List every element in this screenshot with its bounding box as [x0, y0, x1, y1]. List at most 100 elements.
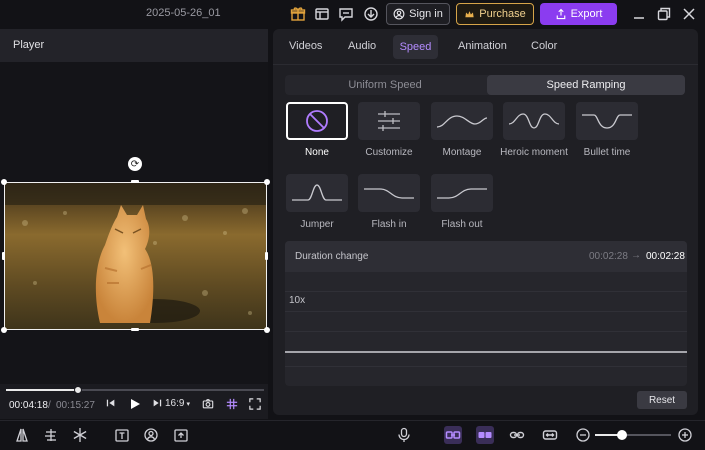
zoom-in-icon[interactable] — [676, 426, 694, 444]
duration-new: 00:02:28 — [646, 251, 685, 262]
app-window: 2025-05-26_01 Sign in Purchase Export Pl… — [0, 0, 705, 450]
magnetic-snap-icon[interactable] — [476, 426, 494, 444]
purchase-label: Purchase — [479, 8, 526, 20]
user-icon — [393, 8, 405, 20]
preset-thumbnail — [358, 174, 420, 212]
previous-frame-icon[interactable] — [106, 398, 116, 408]
sign-in-button[interactable]: Sign in — [386, 3, 450, 25]
text-icon[interactable] — [113, 426, 131, 444]
preset-thumbnail — [286, 174, 348, 212]
montage-curve-icon — [436, 115, 488, 128]
properties-panel: Videos Audio Speed Animation Color Unifo… — [273, 29, 698, 415]
resize-handle[interactable] — [2, 252, 5, 260]
preset-thumbnail — [358, 102, 420, 140]
tab-color[interactable]: Color — [531, 40, 557, 52]
rotate-handle-icon[interactable]: ⟳ — [128, 157, 142, 171]
preset-label: Customize — [365, 147, 413, 158]
resize-handle[interactable] — [131, 328, 139, 331]
speed-ramping-button[interactable]: Speed Ramping — [487, 75, 685, 95]
trim-icon[interactable] — [42, 426, 60, 444]
purchase-button[interactable]: Purchase — [456, 3, 534, 25]
resize-handle[interactable] — [264, 327, 270, 333]
resize-handle[interactable] — [265, 252, 268, 260]
zoom-out-icon[interactable] — [574, 426, 592, 444]
resize-handle[interactable] — [1, 179, 7, 185]
player-canvas[interactable]: ⟳ — [0, 62, 270, 384]
video-frame[interactable] — [4, 182, 267, 330]
no-entry-icon — [306, 110, 328, 132]
grid-icon[interactable] — [226, 398, 238, 410]
speed-curve-graph[interactable]: Duration change 00:02:28 → 00:02:28 10x — [285, 241, 687, 386]
tab-animation[interactable]: Animation — [458, 40, 507, 52]
aspect-ratio-value: 16:9 — [165, 398, 185, 409]
scrubber-thumb[interactable] — [74, 386, 83, 394]
split-icon[interactable] — [13, 426, 31, 444]
heroic-curve-icon — [508, 113, 560, 129]
fullscreen-icon[interactable] — [249, 398, 261, 410]
project-title: 2025-05-26_01 — [146, 7, 221, 19]
preset-thumbnail — [431, 174, 493, 212]
minimize-icon[interactable] — [630, 5, 648, 23]
scrubber-fill — [6, 389, 79, 391]
microphone-icon[interactable] — [395, 426, 413, 444]
play-icon[interactable] — [129, 398, 141, 410]
layout-icon[interactable] — [313, 5, 331, 23]
preset-label: Montage — [442, 147, 482, 158]
resize-handle[interactable] — [1, 327, 7, 333]
next-frame-icon[interactable] — [152, 398, 162, 408]
preset-thumbnail — [431, 102, 493, 140]
duration-label: Duration change — [295, 251, 369, 262]
video-thumbnail — [5, 183, 266, 329]
snapshot-icon[interactable] — [202, 398, 214, 410]
tab-videos[interactable]: Videos — [289, 40, 322, 52]
chain-icon[interactable] — [508, 426, 526, 444]
bullet-time-curve-icon — [582, 114, 632, 129]
zoom-slider[interactable] — [595, 430, 671, 440]
duration-original: 00:02:28 — [589, 251, 628, 262]
freeze-frame-icon[interactable] — [71, 426, 89, 444]
export-clip-icon[interactable] — [172, 426, 190, 444]
flash-out-curve-icon — [437, 188, 487, 199]
preset-label: None — [305, 147, 329, 158]
restore-icon[interactable] — [655, 5, 673, 23]
download-icon[interactable] — [362, 5, 380, 23]
sign-in-label: Sign in — [409, 8, 443, 20]
graph-max-label: 10x — [289, 295, 306, 306]
close-icon[interactable] — [680, 5, 698, 23]
fit-width-icon[interactable] — [541, 426, 559, 444]
jumper-curve-icon — [292, 184, 342, 201]
export-button[interactable]: Export — [540, 3, 617, 25]
resize-handle[interactable] — [264, 179, 270, 185]
export-label: Export — [570, 8, 603, 20]
chevron-down-icon: ▾ — [186, 400, 190, 408]
time-separator: / — [48, 400, 51, 411]
time-current: 00:04:18 — [9, 400, 48, 411]
speed-curve-line[interactable] — [285, 351, 687, 353]
preset-label: Jumper — [300, 219, 334, 230]
reset-button[interactable]: Reset — [637, 391, 687, 409]
preset-thumbnail — [576, 102, 638, 140]
flash-in-curve-icon — [364, 188, 414, 199]
zoom-slider-thumb[interactable] — [616, 430, 627, 440]
gift-icon[interactable] — [289, 5, 307, 23]
aspect-ratio-select[interactable]: 16:9 ▾ — [165, 398, 190, 409]
link-clips-icon[interactable] — [444, 426, 462, 444]
feedback-icon[interactable] — [337, 5, 355, 23]
timeline-toolbar — [0, 420, 705, 448]
speed-mode-toggle: Uniform Speed Speed Ramping — [285, 75, 685, 95]
preset-label: Flash in — [371, 219, 407, 230]
grid-line — [285, 366, 687, 367]
upload-icon — [556, 8, 565, 20]
tab-audio[interactable]: Audio — [348, 40, 376, 52]
tab-speed[interactable]: Speed — [393, 35, 438, 59]
playback-scrubber[interactable] — [6, 386, 264, 394]
preset-label: Flash out — [441, 219, 483, 230]
uniform-speed-button[interactable]: Uniform Speed — [285, 75, 485, 95]
face-tracking-icon[interactable] — [142, 426, 160, 444]
grid-line — [285, 311, 687, 312]
tab-divider — [273, 64, 698, 65]
grid-line — [285, 331, 687, 332]
preset-thumbnail — [286, 102, 348, 140]
resize-handle[interactable] — [131, 180, 139, 183]
preset-label: Bullet time — [583, 147, 631, 158]
